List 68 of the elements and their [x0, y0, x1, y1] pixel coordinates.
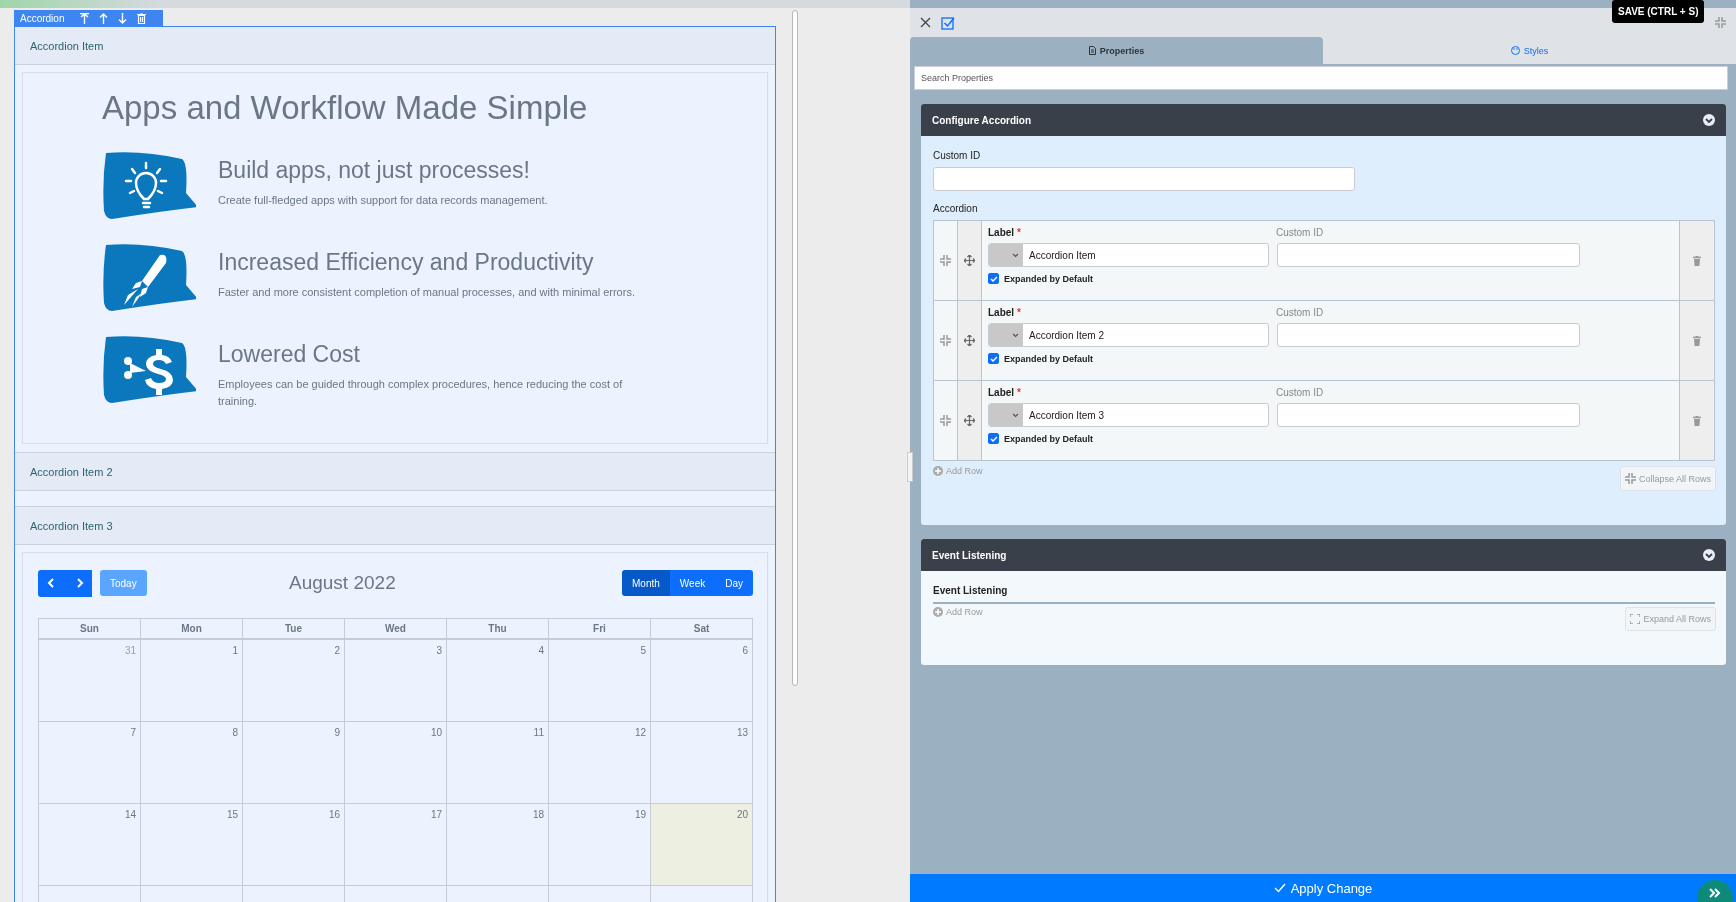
checkbox-label: Expanded by Default: [1004, 273, 1093, 284]
accordion-header[interactable]: Accordion Item: [15, 27, 775, 65]
day-cell[interactable]: 9: [243, 722, 345, 804]
weekday-header: Sun: [39, 619, 141, 640]
day-cell[interactable]: 6: [651, 640, 753, 722]
section-title: Event Listening: [932, 549, 1007, 561]
feature-title: Increased Efficiency and Productivity: [218, 249, 595, 276]
field-label: Custom ID: [1276, 307, 1325, 318]
search-field[interactable]: Search Properties: [914, 66, 1728, 90]
view-button[interactable]: Week: [669, 570, 716, 596]
feature-title: Lowered Cost: [218, 341, 361, 368]
add-row-button[interactable]: Add Row: [933, 607, 983, 617]
field-label: Custom ID: [933, 150, 982, 161]
day-cell[interactable]: 12: [549, 722, 651, 804]
day-cell[interactable]: 4: [447, 640, 549, 722]
day-cell[interactable]: 2: [243, 640, 345, 722]
accordion-header[interactable]: Accordion Item 2: [15, 452, 775, 491]
checkbox-label: Expanded by Default: [1004, 353, 1093, 364]
weekday-header: Wed: [345, 619, 447, 640]
day-cell[interactable]: 18: [447, 804, 549, 886]
weekday-header: Fri: [549, 619, 651, 640]
day-cell[interactable]: 14: [39, 804, 141, 886]
field-label: Accordion: [933, 203, 979, 214]
today-button[interactable]: Today: [100, 570, 147, 596]
expand-all-button[interactable]: Expand All Rows: [1625, 607, 1716, 631]
tab[interactable]: Properties: [910, 37, 1323, 64]
view-button[interactable]: Day: [715, 570, 753, 596]
day-cell[interactable]: 10: [345, 722, 447, 804]
field-label: Event Listening: [933, 585, 1715, 604]
feature-description: Create full-fledged apps with support for data records management.: [218, 193, 549, 208]
day-cell[interactable]: 15: [141, 804, 243, 886]
heading: Apps and Workflow Made Simple: [102, 89, 589, 127]
apply-change-button[interactable]: Apply Change: [910, 874, 1736, 902]
field-label: Label *: [988, 387, 1022, 398]
tab[interactable]: Styles: [1323, 37, 1736, 64]
day-cell[interactable]: 31: [39, 640, 141, 722]
accordion-header[interactable]: Accordion Item 3: [15, 506, 775, 545]
day-cell[interactable]: 11: [447, 722, 549, 804]
day-cell[interactable]: 3: [345, 640, 447, 722]
calendar-title: August 2022: [289, 572, 396, 594]
field-label: Custom ID: [1276, 387, 1325, 398]
weekday-header: Sat: [651, 619, 753, 640]
day-cell[interactable]: 5: [549, 640, 651, 722]
add-row-button[interactable]: Add Row: [933, 466, 983, 476]
day-cell[interactable]: 16: [243, 804, 345, 886]
day-cell[interactable]: 8: [141, 722, 243, 804]
day-cell[interactable]: 17: [345, 804, 447, 886]
collapse-all-button[interactable]: Collapse All Rows: [1619, 466, 1716, 491]
field-label: Label *: [988, 227, 1022, 238]
component-label: Accordion: [20, 12, 65, 24]
section-title: Configure Accordion: [932, 114, 1032, 126]
day-cell[interactable]: 1: [141, 640, 243, 722]
day-cell[interactable]: 7: [39, 722, 141, 804]
label-field[interactable]: Accordion Item 2: [988, 323, 1269, 347]
label-field[interactable]: Accordion Item: [988, 243, 1269, 267]
checkbox-label: Expanded by Default: [1004, 433, 1093, 444]
feature-description: Faster and more consistent completion of manual processes, and with minimal errors.: [218, 285, 636, 300]
view-button[interactable]: Month: [622, 570, 670, 596]
label-field[interactable]: Accordion Item 3: [988, 403, 1269, 427]
weekday-header: Mon: [141, 619, 243, 640]
field-label: Label *: [988, 307, 1022, 318]
day-cell[interactable]: 20: [651, 804, 753, 886]
feature-description: Employees can be guided through complex procedures, hence reducing the cost of training.: [218, 377, 624, 409]
save-tooltip: SAVE (CTRL + S): [1612, 0, 1705, 23]
field-label: Custom ID: [1276, 227, 1325, 238]
weekday-header: Thu: [447, 619, 549, 640]
weekday-header: Tue: [243, 619, 345, 640]
feature-title: Build apps, not just processes!: [218, 157, 531, 184]
